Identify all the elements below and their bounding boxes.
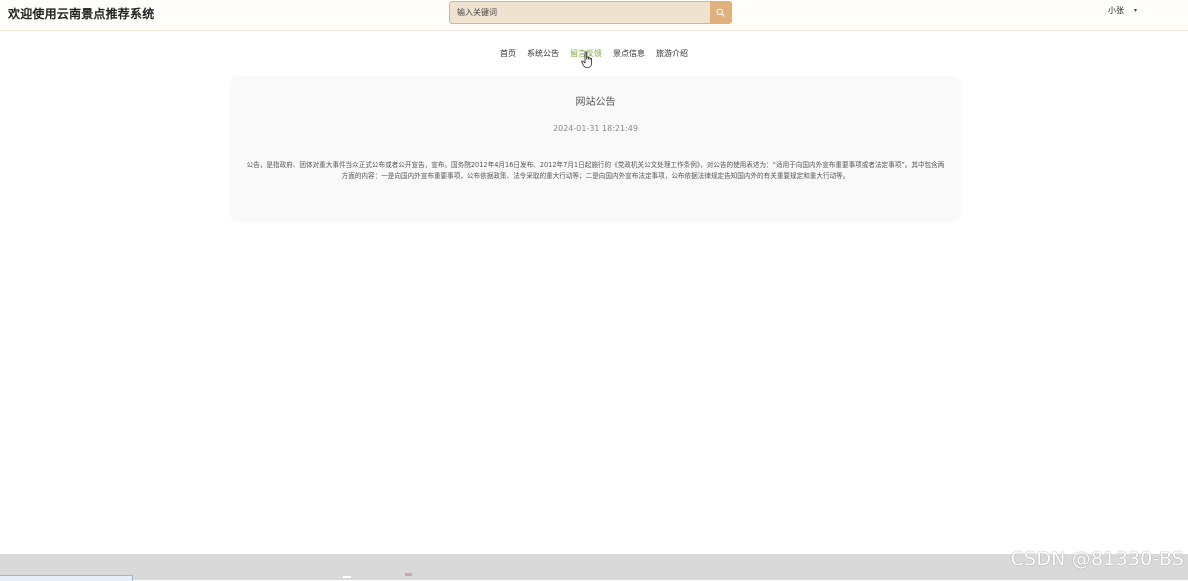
top-header: 欢迎使用云南景点推荐系统 小张 ▾ — [0, 0, 1188, 31]
notice-title: 网站公告 — [575, 97, 616, 108]
notice-content: 公告，是指政府、团体对重大事件当众正式公布或者公开宣告，宣布。国务院2012年4… — [246, 161, 945, 180]
search-icon — [716, 8, 725, 17]
search-input[interactable] — [450, 2, 708, 23]
taskbar-window-button[interactable] — [0, 575, 133, 581]
search-bar — [449, 1, 732, 24]
nav-item-travel-intro[interactable]: 旅游介绍 — [656, 48, 688, 59]
user-name: 小张 — [1108, 6, 1124, 15]
nav-item-attractions[interactable]: 景点信息 — [613, 48, 645, 59]
search-button[interactable] — [710, 2, 731, 23]
user-menu[interactable]: 小张 ▾ — [1108, 5, 1137, 16]
nav-item-announcements[interactable]: 系统公告 — [527, 48, 559, 59]
nav-item-home[interactable]: 首页 — [500, 48, 516, 59]
hand-cursor-icon — [581, 51, 592, 68]
notice-timestamp: 2024-01-31 18:21:49 — [553, 124, 638, 133]
notice-card: 网站公告 2024-01-31 18:21:49 公告，是指政府、团体对重大事件… — [230, 76, 961, 222]
watermark: CSDN @81330-BS — [1010, 548, 1184, 570]
site-title: 欢迎使用云南景点推荐系统 — [8, 7, 155, 21]
taskbar-indicator — [405, 573, 412, 576]
chevron-down-icon: ▾ — [1134, 7, 1138, 14]
taskbar-indicator — [343, 576, 351, 578]
